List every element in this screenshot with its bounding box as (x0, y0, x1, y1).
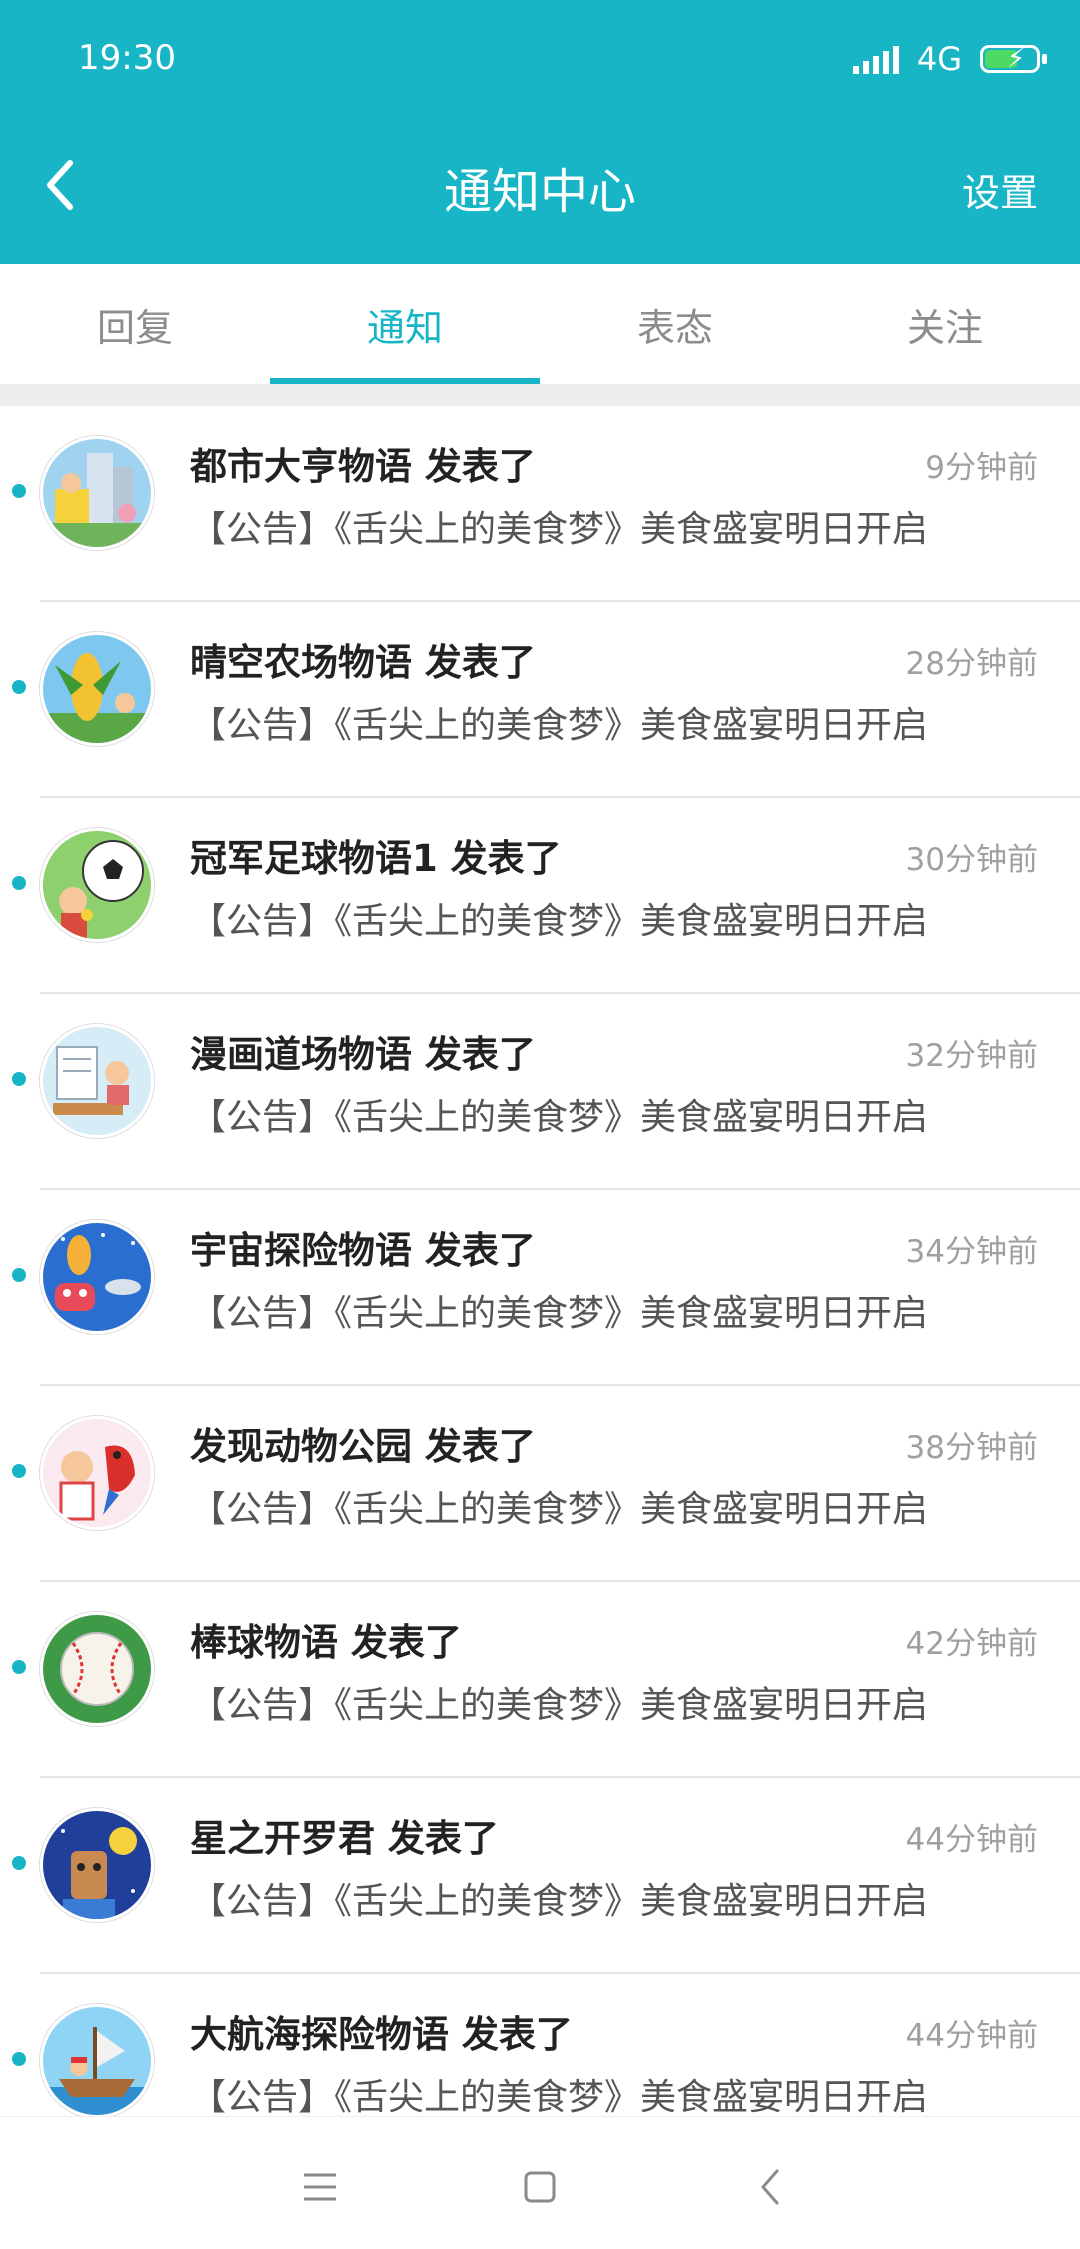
notification-body: 【公告】《舌尖上的美食梦》美食盛宴明日开启 (190, 509, 929, 550)
space-game-avatar-icon[interactable] (40, 1220, 154, 1334)
settings-button[interactable]: 设置 (962, 162, 1038, 217)
notification-body: 【公告】《舌尖上的美食梦》美食盛宴明日开启 (190, 901, 929, 942)
battery-charging-icon: ⚡ (980, 44, 1047, 74)
voyage-game-avatar-icon[interactable] (40, 2004, 154, 2116)
tab-reactions[interactable]: 表态 (540, 264, 810, 384)
unread-dot (12, 680, 26, 694)
notification-body: 【公告】《舌尖上的美食梦》美食盛宴明日开启 (190, 1489, 929, 1530)
app-header: 19:30 4G ⚡ 通知中心 设置 (0, 0, 1080, 264)
farm-game-avatar-icon[interactable] (40, 632, 154, 746)
notification-item[interactable]: 大航海探险物语 发表了 44分钟前 【公告】《舌尖上的美食梦》美食盛宴明日开启 (0, 1974, 1080, 2116)
notification-item[interactable]: 晴空农场物语 发表了 28分钟前 【公告】《舌尖上的美食梦》美食盛宴明日开启 (0, 602, 1080, 798)
notification-time: 32分钟前 (905, 1038, 1038, 1074)
notification-time: 30分钟前 (905, 842, 1038, 878)
status-indicators: 4G ⚡ (852, 34, 1047, 84)
notification-time: 34分钟前 (905, 1234, 1038, 1270)
unread-dot (12, 1268, 26, 1282)
divider (0, 384, 1080, 406)
notification-item[interactable]: 星之开罗君 发表了 44分钟前 【公告】《舌尖上的美食梦》美食盛宴明日开启 (0, 1778, 1080, 1974)
notification-title: 棒球物语 发表了 (190, 1621, 462, 1664)
status-time: 19:30 (78, 38, 176, 78)
unread-dot (12, 484, 26, 498)
tab-bar: 回复 通知 表态 关注 (0, 264, 1080, 384)
notification-time: 9分钟前 (925, 450, 1038, 486)
city-game-avatar-icon[interactable] (40, 436, 154, 550)
unread-dot (12, 1072, 26, 1086)
back-icon (761, 2169, 779, 2205)
signal-icon (852, 44, 899, 74)
system-nav-bar (0, 2116, 1080, 2249)
unread-dot (12, 876, 26, 890)
unread-dot (12, 1464, 26, 1478)
notification-item[interactable]: 冠军足球物语1 发表了 30分钟前 【公告】《舌尖上的美食梦》美食盛宴明日开启 (0, 798, 1080, 994)
baseball-game-avatar-icon[interactable] (40, 1612, 154, 1726)
notification-body: 【公告】《舌尖上的美食梦》美食盛宴明日开启 (190, 705, 929, 746)
notification-time: 38分钟前 (905, 1430, 1038, 1466)
notification-title: 漫画道场物语 发表了 (190, 1033, 536, 1076)
notification-body: 【公告】《舌尖上的美食梦》美食盛宴明日开启 (190, 1293, 929, 1334)
notification-title: 晴空农场物语 发表了 (190, 641, 536, 684)
tab-notifications[interactable]: 通知 (270, 264, 540, 384)
unread-dot (12, 1660, 26, 1674)
tab-follows[interactable]: 关注 (810, 264, 1080, 384)
unread-dot (12, 2052, 26, 2066)
notification-item[interactable]: 棒球物语 发表了 42分钟前 【公告】《舌尖上的美食梦》美食盛宴明日开启 (0, 1582, 1080, 1778)
notification-list: 都市大亨物语 发表了 9分钟前 【公告】《舌尖上的美食梦》美食盛宴明日开启 晴空… (0, 406, 1080, 2116)
notification-item[interactable]: 都市大亨物语 发表了 9分钟前 【公告】《舌尖上的美食梦》美食盛宴明日开启 (0, 406, 1080, 602)
unread-dot (12, 1856, 26, 1870)
tab-replies[interactable]: 回复 (0, 264, 270, 384)
notification-body: 【公告】《舌尖上的美食梦》美食盛宴明日开启 (190, 1685, 929, 1726)
soccer-game-avatar-icon[interactable] (40, 828, 154, 942)
notification-title: 都市大亨物语 发表了 (190, 445, 536, 488)
system-back-button[interactable] (730, 2147, 810, 2227)
home-button[interactable] (500, 2147, 580, 2227)
menu-icon (304, 2173, 336, 2201)
home-icon (524, 2171, 556, 2203)
notification-title: 发现动物公园 发表了 (190, 1425, 536, 1468)
menu-button[interactable] (280, 2147, 360, 2227)
network-type: 4G (916, 40, 962, 78)
manga-game-avatar-icon[interactable] (40, 1024, 154, 1138)
zoo-game-avatar-icon[interactable] (40, 1416, 154, 1530)
notification-title: 宇宙探险物语 发表了 (190, 1229, 536, 1272)
notification-item[interactable]: 宇宙探险物语 发表了 34分钟前 【公告】《舌尖上的美食梦》美食盛宴明日开启 (0, 1190, 1080, 1386)
notification-item[interactable]: 漫画道场物语 发表了 32分钟前 【公告】《舌尖上的美食梦》美食盛宴明日开启 (0, 994, 1080, 1190)
notification-body: 【公告】《舌尖上的美食梦》美食盛宴明日开启 (190, 2077, 929, 2116)
notification-item[interactable]: 发现动物公园 发表了 38分钟前 【公告】《舌尖上的美食梦》美食盛宴明日开启 (0, 1386, 1080, 1582)
notification-time: 42分钟前 (905, 1626, 1038, 1662)
notification-body: 【公告】《舌尖上的美食梦》美食盛宴明日开启 (190, 1097, 929, 1138)
notification-title: 冠军足球物语1 发表了 (190, 837, 562, 880)
notification-title: 星之开罗君 发表了 (190, 1817, 499, 1860)
notification-time: 44分钟前 (905, 1822, 1038, 1858)
notification-time: 28分钟前 (905, 646, 1038, 682)
notification-title: 大航海探险物语 发表了 (190, 2013, 573, 2056)
kairo-game-avatar-icon[interactable] (40, 1808, 154, 1922)
page-title: 通知中心 (443, 164, 636, 220)
notification-time: 44分钟前 (905, 2018, 1038, 2054)
notification-body: 【公告】《舌尖上的美食梦》美食盛宴明日开启 (190, 1881, 929, 1922)
